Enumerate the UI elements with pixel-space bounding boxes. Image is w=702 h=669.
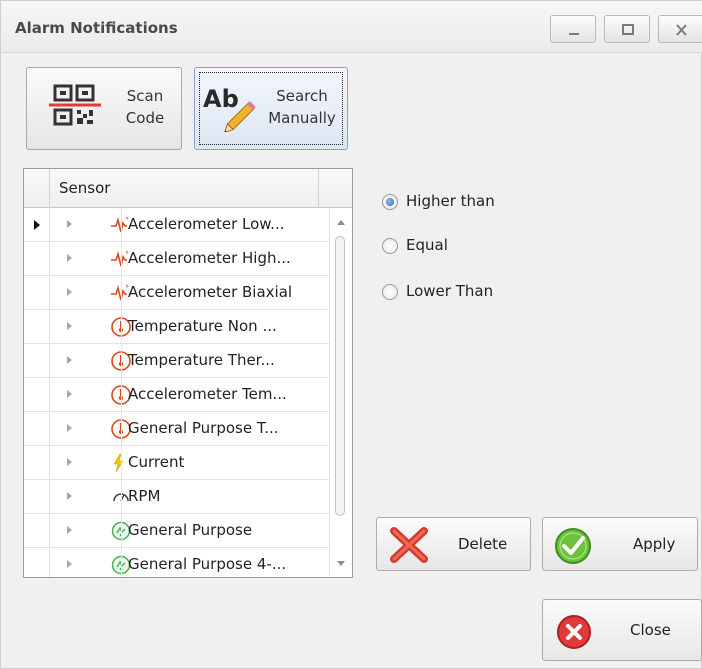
radio-button[interactable] (382, 238, 398, 254)
cell-divider (121, 344, 122, 377)
delete-label: Delete (458, 535, 508, 553)
sensor-row[interactable]: ° Accelerometer Biaxial (24, 276, 329, 310)
sensor-row[interactable]: General Purpose (24, 514, 329, 548)
title-bar: Alarm Notifications (1, 1, 702, 53)
delete-button[interactable]: Delete (376, 517, 531, 571)
ab-pencil-icon: Ab (203, 85, 256, 132)
radio-button[interactable] (382, 284, 398, 300)
sensor-name: General Purpose T... (128, 419, 279, 437)
sensor-row[interactable]: ° Accelerometer High... (24, 242, 329, 276)
header-divider (318, 169, 319, 208)
expand-arrow-icon[interactable] (67, 424, 72, 432)
qr-code-icon (49, 84, 101, 126)
sensor-name: Temperature Ther... (128, 351, 275, 369)
row-indicator[interactable] (24, 548, 50, 577)
row-selector-header (24, 169, 50, 208)
cell-divider (121, 208, 122, 241)
close-circle-icon (557, 615, 591, 649)
sensor-row[interactable]: Temperature Non ... (24, 310, 329, 344)
row-indicator[interactable] (24, 446, 50, 479)
sensor-row[interactable]: ° Accelerometer Low... (24, 208, 329, 242)
scroll-up-icon[interactable] (337, 220, 345, 225)
cell-divider (121, 276, 122, 309)
alarm-notifications-window: Alarm Notifications Scan Code Ab Search … (0, 0, 702, 669)
expand-arrow-icon[interactable] (67, 560, 72, 568)
expand-arrow-icon[interactable] (67, 288, 72, 296)
cell-divider (121, 378, 122, 411)
row-indicator[interactable] (24, 480, 50, 513)
radio-label: Higher than (406, 192, 495, 210)
radio-label: Equal (406, 236, 448, 254)
scan-label-line1: Scan (126, 87, 164, 105)
close-window-button[interactable] (658, 15, 702, 43)
search-label-line2: Manually (268, 109, 336, 127)
cell-divider (121, 514, 122, 547)
scroll-thumb[interactable] (335, 236, 345, 516)
vertical-scrollbar[interactable] (329, 208, 352, 577)
grid-header: Sensor (24, 169, 352, 208)
cell-divider (121, 480, 122, 513)
row-indicator[interactable] (24, 242, 50, 275)
radio-button[interactable] (382, 194, 398, 210)
cell-divider (121, 242, 122, 275)
sensor-name: Accelerometer Tem... (128, 385, 287, 403)
expand-arrow-icon[interactable] (67, 492, 72, 500)
window-title: Alarm Notifications (15, 19, 178, 37)
sensor-row[interactable]: Temperature Ther... (24, 344, 329, 378)
expand-arrow-icon[interactable] (67, 458, 72, 466)
sensor-row[interactable]: General Purpose 4-... (24, 548, 329, 577)
cell-divider (121, 446, 122, 479)
expand-arrow-icon[interactable] (67, 526, 72, 534)
expand-arrow-icon[interactable] (67, 254, 72, 262)
close-icon (676, 24, 687, 36)
row-indicator[interactable] (24, 412, 50, 445)
column-header-sensor[interactable]: Sensor (59, 179, 110, 197)
row-indicator[interactable] (24, 208, 50, 241)
cell-divider (121, 412, 122, 445)
lightning-icon (113, 453, 124, 473)
close-label: Close (630, 621, 671, 639)
apply-label: Apply (633, 535, 676, 553)
row-indicator[interactable] (24, 310, 50, 343)
expand-arrow-icon[interactable] (67, 322, 72, 330)
cell-divider (121, 548, 122, 577)
sensor-row[interactable]: General Purpose T... (24, 412, 329, 446)
apply-check-icon (555, 528, 591, 564)
sensor-name: General Purpose (128, 521, 253, 539)
sensor-grid: Sensor ° Accelerometer Low... ° Acceleromet… (23, 168, 353, 578)
row-indicator[interactable] (24, 514, 50, 547)
minimize-icon (569, 33, 579, 35)
maximize-icon (622, 24, 634, 35)
row-indicator[interactable] (24, 378, 50, 411)
search-manually-button[interactable]: Ab Search Manually (194, 67, 348, 150)
close-button[interactable]: Close (542, 599, 702, 661)
sensor-name: Accelerometer Biaxial (128, 283, 293, 301)
sensor-row[interactable]: Accelerometer Tem... (24, 378, 329, 412)
sensor-name: Accelerometer High... (128, 249, 291, 267)
maximize-button[interactable] (604, 15, 650, 43)
sensor-name: Accelerometer Low... (128, 215, 285, 233)
minimize-button[interactable] (550, 15, 596, 43)
expand-arrow-icon[interactable] (67, 390, 72, 398)
sensor-name: General Purpose 4-... (128, 555, 287, 573)
apply-button[interactable]: Apply (542, 517, 698, 571)
sensor-row[interactable]: RPM (24, 480, 329, 514)
sensor-rows: ° Accelerometer Low... ° Accelerometer High… (24, 208, 329, 577)
scroll-down-icon[interactable] (337, 561, 345, 566)
row-indicator[interactable] (24, 276, 50, 309)
search-label-line1: Search (276, 87, 328, 105)
cell-divider (121, 310, 122, 343)
sensor-name: Current (128, 453, 185, 471)
sensor-name: RPM (128, 487, 161, 505)
radio-label: Lower Than (406, 282, 494, 300)
sensor-name: Temperature Non ... (128, 317, 277, 335)
expand-arrow-icon[interactable] (67, 356, 72, 364)
delete-x-icon (390, 527, 428, 563)
ab-text: Ab (203, 85, 239, 113)
sensor-row[interactable]: Current (24, 446, 329, 480)
scan-code-button[interactable]: Scan Code (26, 67, 182, 150)
row-indicator[interactable] (24, 344, 50, 377)
expand-arrow-icon[interactable] (67, 220, 72, 228)
scan-label-line2: Code (125, 109, 165, 127)
